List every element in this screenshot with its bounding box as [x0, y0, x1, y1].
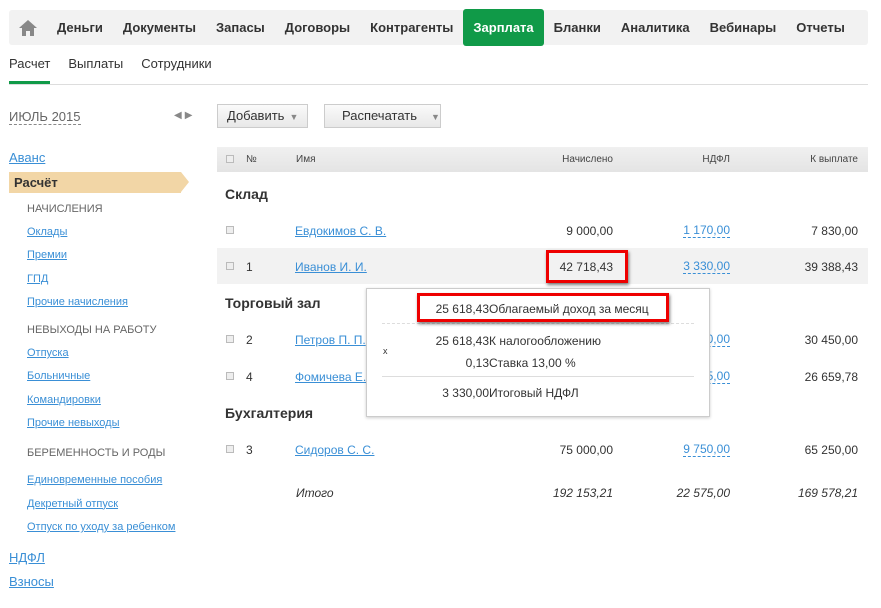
sidebar-link[interactable]: ГПД — [9, 273, 189, 296]
expand-row-icon[interactable] — [226, 372, 234, 380]
nav-forms[interactable]: Бланки — [544, 9, 611, 46]
nav-reports[interactable]: Отчеты — [786, 9, 855, 46]
sidebar-link[interactable]: Командировки — [9, 394, 189, 417]
next-month-icon[interactable]: ▶ — [185, 110, 196, 121]
table-header: № Имя Начислено НДФЛ К выплате — [217, 147, 868, 172]
section-accruals: НАЧИСЛЕНИЯ — [27, 203, 103, 215]
expand-row-icon[interactable] — [226, 335, 234, 343]
nav-documents[interactable]: Документы — [113, 9, 206, 46]
home-button[interactable] — [9, 10, 47, 45]
nav-stock[interactable]: Запасы — [206, 9, 275, 46]
employee-link[interactable]: Иванов И. И. — [295, 260, 367, 274]
expand-row-icon[interactable] — [226, 226, 234, 234]
ndfl-value[interactable]: 9 750,00 — [683, 443, 730, 457]
sidebar-link[interactable]: Больничные — [9, 370, 189, 393]
payout-value: 30 450,00 — [804, 333, 858, 347]
section-pregnancy: БЕРЕМЕННОСТЬ И РОДЫ — [27, 447, 166, 460]
expand-all-icon[interactable] — [226, 155, 234, 163]
expand-row-icon[interactable] — [226, 262, 234, 270]
sidebar-link[interactable]: Декретный отпуск — [9, 498, 189, 521]
sidebar-link[interactable]: Отпуск по уходу за ребенком — [9, 521, 189, 544]
nav-salary[interactable]: Зарплата — [463, 8, 544, 46]
payout-value: 7 830,00 — [811, 224, 858, 238]
group-title: Бухгалтерия — [225, 405, 314, 421]
sidebar: Аванс Расчёт НАЧИСЛЕНИЯ Оклады Премии ГП… — [9, 150, 189, 594]
employee-link[interactable]: Петров П. П. — [295, 333, 366, 347]
prev-month-icon[interactable]: ◀ — [174, 110, 185, 121]
sidebar-link[interactable]: Оклады — [9, 226, 189, 249]
employee-link[interactable]: Евдокимов С. В. — [295, 224, 386, 238]
nav-money[interactable]: Деньги — [47, 9, 113, 46]
sidebar-link[interactable]: Единовременные пособия — [9, 474, 189, 497]
sidebar-avans[interactable]: Аванс — [9, 150, 189, 170]
sidebar-link[interactable]: Премии — [9, 249, 189, 272]
print-button[interactable]: Распечатать ▼ — [324, 104, 441, 128]
table-row: 1 Иванов И. И. 42 718,43 3 330,00 39 388… — [217, 248, 868, 284]
chevron-down-icon: ▼ — [431, 112, 440, 122]
payout-value: 65 250,00 — [804, 443, 858, 457]
sidebar-contributions[interactable]: Взносы — [9, 574, 189, 594]
tab-employees[interactable]: Сотрудники — [141, 56, 211, 84]
sidebar-ndfl[interactable]: НДФЛ — [9, 550, 189, 574]
total-row: Итого 192 153,21 22 575,00 169 578,21 — [296, 486, 858, 500]
accrued-value: 9 000,00 — [566, 224, 613, 238]
payout-value: 26 659,78 — [804, 370, 858, 384]
nav-counterparties[interactable]: Контрагенты — [360, 9, 463, 46]
add-button[interactable]: Добавить ▼ — [217, 104, 309, 128]
sub-nav: Расчет Выплаты Сотрудники — [9, 56, 868, 85]
accrued-value: 75 000,00 — [559, 443, 613, 457]
sidebar-link[interactable]: Прочие невыходы — [9, 417, 189, 440]
highlight-box — [417, 293, 669, 322]
home-icon — [19, 19, 37, 36]
top-nav: Деньги Документы Запасы Договоры Контраг… — [9, 8, 868, 46]
ndfl-value[interactable]: 1 170,00 — [683, 224, 730, 238]
nav-webinars[interactable]: Вебинары — [700, 9, 787, 46]
nav-analytics[interactable]: Аналитика — [611, 9, 700, 46]
highlight-box — [546, 250, 628, 283]
tab-payments[interactable]: Выплаты — [68, 56, 123, 84]
group-title: Торговый зал — [225, 295, 321, 311]
employee-link[interactable]: Сидоров С. С. — [295, 443, 374, 457]
chevron-down-icon: ▼ — [289, 112, 299, 122]
section-absences: НЕВЫХОДЫ НА РАБОТУ — [27, 324, 157, 337]
sidebar-link[interactable]: Прочие начисления — [9, 296, 189, 319]
ndfl-value[interactable]: 3 330,00 — [683, 260, 730, 274]
group-title: Склад — [225, 186, 268, 202]
payout-value: 39 388,43 — [804, 260, 858, 274]
table-row: 3 Сидоров С. С. 75 000,00 9 750,00 65 25… — [217, 431, 868, 467]
month-selector[interactable]: ИЮЛЬ 2015 — [9, 109, 81, 125]
nav-contracts[interactable]: Договоры — [275, 9, 360, 46]
expand-row-icon[interactable] — [226, 445, 234, 453]
sidebar-current-calc[interactable]: Расчёт — [9, 172, 189, 193]
tab-calc[interactable]: Расчет — [9, 56, 51, 84]
table-row: Евдокимов С. В. 9 000,00 1 170,00 7 830,… — [217, 212, 868, 248]
sidebar-link[interactable]: Отпуска — [9, 347, 189, 370]
